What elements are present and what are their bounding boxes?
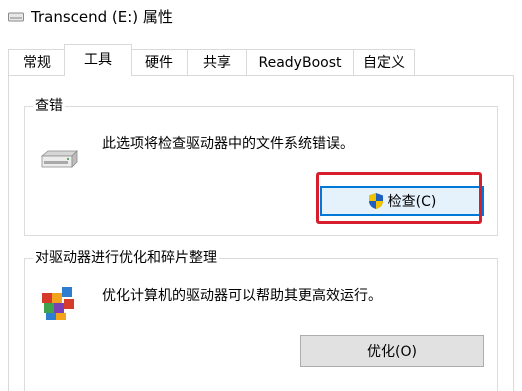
tab-readyboost[interactable]: ReadyBoost: [246, 49, 354, 75]
properties-window: Transcend (E:) 属性 常规 工具 硬件 共享 ReadyBoost…: [0, 0, 522, 391]
optimize-group: 对驱动器进行优化和碎片整理: [24, 249, 498, 391]
tab-sharing[interactable]: 共享: [187, 49, 247, 75]
tab-hardware[interactable]: 硬件: [130, 49, 188, 75]
optimize-button[interactable]: 优化(O): [300, 335, 484, 367]
error-check-title: 查错: [33, 97, 65, 115]
optimize-title: 对驱动器进行优化和碎片整理: [33, 249, 219, 267]
tab-general[interactable]: 常规: [8, 49, 66, 75]
drive-icon: [8, 12, 24, 22]
window-title: Transcend (E:) 属性: [31, 8, 173, 26]
tab-strip: 常规 工具 硬件 共享 ReadyBoost 自定义: [0, 44, 522, 76]
error-check-group: 查错: [24, 97, 498, 236]
title-bar: Transcend (E:) 属性: [0, 0, 522, 34]
optimize-description: 优化计算机的驱动器可以帮助其更高效运行。: [102, 288, 382, 304]
error-check-description: 此选项将检查驱动器中的文件系统错误。: [102, 136, 354, 152]
check-button-label: 检查(C): [387, 194, 437, 210]
shield-icon: [368, 193, 383, 209]
drive-icon: [40, 150, 78, 168]
check-button[interactable]: 检查(C): [320, 186, 484, 216]
tab-tools[interactable]: 工具: [64, 44, 132, 76]
defrag-icon: [42, 287, 74, 320]
tab-customize[interactable]: 自定义: [353, 49, 415, 75]
optimize-button-label: 优化(O): [367, 344, 417, 360]
